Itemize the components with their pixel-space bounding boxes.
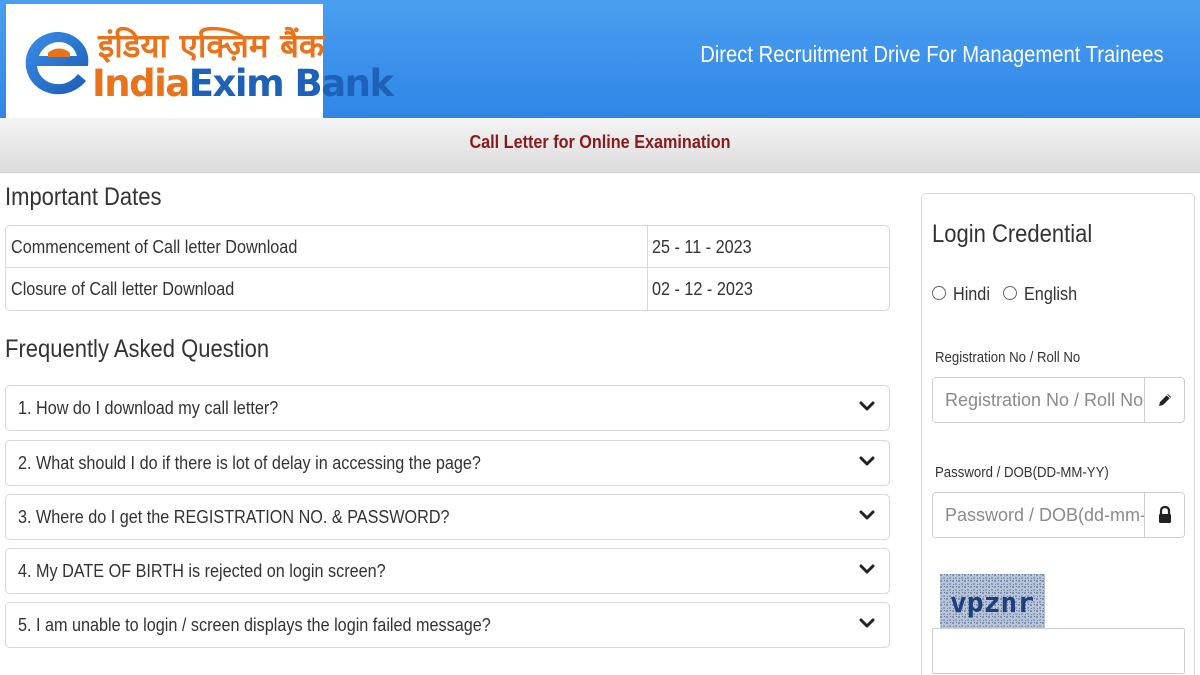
- important-dates-heading: Important Dates: [5, 183, 162, 211]
- faq-item-4[interactable]: 4. My DATE OF BIRTH is rejected on login…: [5, 548, 890, 594]
- password-input-group: [932, 492, 1185, 538]
- faq-question: 1. How do I download my call letter?: [18, 398, 279, 418]
- column-divider: [647, 268, 648, 310]
- captcha-input[interactable]: [932, 628, 1185, 674]
- table-row: Closure of Call letter Download 02 - 12 …: [6, 268, 889, 310]
- logo-hindi-text: इंडिया एक्ज़िम बैंक: [98, 26, 325, 65]
- faq-question: 3. Where do I get the REGISTRATION NO. &…: [18, 507, 450, 527]
- faq-heading: Frequently Asked Question: [5, 335, 270, 363]
- date-label: Commencement of Call letter Download: [11, 237, 298, 257]
- page-title: Call Letter for Online Examination: [469, 132, 731, 152]
- logo-india-word: India: [92, 62, 190, 105]
- date-value: 02 - 12 - 2023: [652, 279, 753, 299]
- registration-input-group: [932, 377, 1185, 423]
- important-dates-table: Commencement of Call letter Download 25 …: [5, 225, 890, 311]
- exim-e-logo-icon: [25, 32, 89, 95]
- site-header: इंडिया एक्ज़िम बैंक IndiaExim Bank Direc…: [0, 0, 1200, 118]
- logo-english-text: IndiaExim Bank: [92, 62, 394, 105]
- registration-label: Registration No / Roll No: [935, 349, 1081, 366]
- logo-exim-bank-word: Exim Bank: [188, 62, 394, 105]
- registration-addon: [1144, 378, 1184, 422]
- captcha-image: vpznr: [940, 574, 1045, 628]
- faq-question: 2. What should I do if there is lot of d…: [18, 453, 481, 473]
- chevron-down-icon: [859, 618, 875, 628]
- chevron-down-icon: [859, 456, 875, 466]
- table-row: Commencement of Call letter Download 25 …: [6, 226, 889, 268]
- faq-item-5[interactable]: 5. I am unable to login / screen display…: [5, 602, 890, 648]
- password-input[interactable]: [933, 493, 1145, 537]
- faq-item-2[interactable]: 2. What should I do if there is lot of d…: [5, 440, 890, 486]
- radio-english-label[interactable]: English: [1024, 284, 1077, 305]
- login-heading: Login Credential: [932, 220, 1093, 248]
- date-value: 25 - 11 - 2023: [652, 237, 752, 257]
- column-divider: [647, 226, 648, 267]
- registration-input[interactable]: [933, 378, 1145, 422]
- login-panel: Login Credential Hindi English Registrat…: [921, 193, 1195, 675]
- page-subheader: Call Letter for Online Examination: [0, 118, 1200, 173]
- recruitment-title: Direct Recruitment Drive For Management …: [700, 41, 1164, 67]
- radio-hindi-label[interactable]: Hindi: [953, 284, 990, 305]
- bank-logo[interactable]: इंडिया एक्ज़िम बैंक IndiaExim Bank: [6, 4, 394, 118]
- radio-hindi[interactable]: [932, 286, 946, 300]
- captcha-text: vpznr: [950, 586, 1034, 619]
- chevron-down-icon: [859, 510, 875, 520]
- password-addon: [1144, 493, 1184, 537]
- chevron-down-icon: [859, 401, 875, 411]
- faq-question: 5. I am unable to login / screen display…: [18, 615, 491, 635]
- faq-question: 4. My DATE OF BIRTH is rejected on login…: [18, 561, 386, 581]
- lock-icon: [1158, 506, 1171, 523]
- faq-item-3[interactable]: 3. Where do I get the REGISTRATION NO. &…: [5, 494, 890, 540]
- date-label: Closure of Call letter Download: [11, 279, 235, 299]
- pencil-icon: [1158, 394, 1171, 406]
- password-label: Password / DOB(DD-MM-YY): [935, 464, 1109, 481]
- radio-english[interactable]: [1003, 286, 1017, 300]
- chevron-down-icon: [859, 564, 875, 574]
- faq-item-1[interactable]: 1. How do I download my call letter?: [5, 385, 890, 431]
